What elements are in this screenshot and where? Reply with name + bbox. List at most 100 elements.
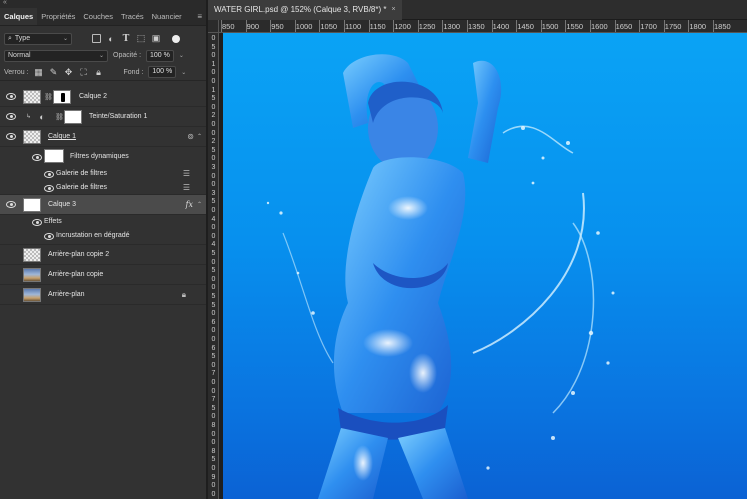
layer-mask-thumbnail[interactable] [64, 109, 82, 124]
ruler-label: 0 [211, 465, 216, 472]
ruler-label: 1750 [664, 22, 682, 31]
link-icon[interactable]: ⛓ [55, 113, 64, 121]
ruler-label: 1600 [591, 22, 608, 31]
ruler-label: 0 [211, 35, 216, 42]
filter-pixel-icon[interactable] [92, 34, 101, 43]
panel-menu-icon[interactable]: ≡ [197, 12, 202, 21]
ruler-label: 1300 [443, 22, 461, 31]
filter-smartobject-icon[interactable]: ▣ [151, 33, 161, 44]
eye-icon[interactable] [44, 184, 54, 192]
tab-couches[interactable]: Couches [79, 8, 117, 25]
ruler-label: 7 [211, 396, 216, 404]
gradient-overlay-row[interactable]: Incrustation en dégradé [0, 229, 206, 245]
canvas[interactable] [223, 33, 747, 499]
layer-row-calque-2[interactable]: ⛓ Calque 2 [0, 87, 206, 107]
eye-icon[interactable] [44, 170, 54, 178]
eye-icon[interactable] [6, 93, 16, 101]
filter-gallery-row-1[interactable]: Galerie de filtres ☰ [0, 167, 206, 181]
tab-proprietes[interactable]: Propriétés [37, 8, 79, 25]
smart-filters-row[interactable]: Filtres dynamiques [0, 147, 206, 167]
layer-mask-thumbnail[interactable] [53, 89, 71, 104]
filter-type-icon[interactable]: T [121, 34, 131, 44]
ruler-label: 1150 [369, 22, 386, 31]
ruler-label: 0 [211, 284, 216, 292]
lock-artboard-icon[interactable]: ⛶ [79, 67, 89, 78]
ruler-label: 2 [211, 138, 216, 146]
eye-icon[interactable] [6, 291, 16, 299]
layer-row-arriere-plan-copie-2[interactable]: Arrière-plan copie 2 [0, 245, 206, 265]
eye-icon[interactable] [44, 232, 54, 240]
ruler-label: 5 [211, 353, 216, 361]
layer-effects-icon[interactable]: fx [186, 200, 193, 209]
layer-row-arriere-plan-copie[interactable]: Arrière-plan copie [0, 265, 206, 285]
filter-gallery-row-2[interactable]: Galerie de filtres ☰ [0, 181, 206, 195]
layer-thumbnail [23, 287, 41, 302]
lock-position-icon[interactable]: ✥ [64, 67, 74, 78]
opacity-field[interactable]: 100 % [146, 49, 174, 62]
smart-filter-options-icon[interactable]: ⊚ [187, 132, 194, 141]
layer-name: Arrière-plan copie 2 [48, 251, 110, 258]
lock-image-icon[interactable]: ✎ [49, 67, 59, 78]
layer-row-teinte-saturation[interactable]: ↳ ◐ ⛓ Teinte/Saturation 1 [0, 107, 206, 127]
chevron-down-icon[interactable]: ⌄ [181, 69, 186, 76]
tab-calques[interactable]: Calques [0, 8, 38, 25]
layer-thumbnail [23, 89, 41, 104]
filter-options-icon[interactable]: ☰ [183, 169, 190, 178]
document-title: WATER GIRL.psd @ 152% (Calque 3, RVB/8*)… [214, 5, 387, 14]
ruler-corner[interactable] [208, 20, 219, 33]
ruler-label: 1850 [714, 22, 731, 31]
layer-row-calque-3[interactable]: Calque 3 fx ⌃ [0, 195, 206, 215]
lock-all-icon[interactable]: 🔒︎ [94, 67, 104, 78]
chevron-down-icon[interactable]: ⌄ [179, 52, 184, 59]
tab-traces[interactable]: Tracés [117, 8, 148, 25]
vertical-ruler[interactable]: 0501001502002503003504004505005506006507… [208, 33, 219, 499]
layer-name: Arrière-plan copie [48, 271, 104, 278]
filter-type-dropdown[interactable]: ⌕ Type ⌄ [4, 32, 72, 45]
chevron-down-icon: ⌄ [62, 35, 68, 42]
eye-icon[interactable] [32, 218, 42, 226]
collapse-arrow-icon[interactable]: ⌃ [197, 133, 202, 140]
eye-icon[interactable] [6, 271, 16, 279]
lock-transparent-icon[interactable]: ▦ [34, 67, 44, 78]
ruler-label: 1050 [320, 22, 338, 31]
document-tab[interactable]: WATER GIRL.psd @ 152% (Calque 3, RVB/8*)… [208, 0, 402, 20]
ruler-label: 0 [211, 361, 216, 369]
blend-mode-value: Normal [8, 52, 31, 59]
eye-icon[interactable] [6, 201, 16, 209]
collapse-icon[interactable]: « [3, 0, 7, 6]
horizontal-ruler[interactable]: 850 900 950 1000 1050 1100 1150 1200 1250 1300 135… [219, 20, 747, 33]
eye-icon[interactable] [6, 113, 16, 121]
ruler-label: 1700 [640, 22, 657, 31]
ruler-label: 0 [211, 310, 216, 318]
layer-row-calque-1[interactable]: Calque 1 ⊚ ⌃ [0, 127, 206, 147]
filter-options-icon[interactable]: ☰ [183, 183, 190, 192]
eye-icon[interactable] [6, 251, 16, 259]
layer-row-arriere-plan[interactable]: Arrière-plan 🔒︎ [0, 285, 206, 305]
filter-adjustment-icon[interactable]: ◐ [106, 34, 116, 44]
opacity-label: Opacité : [113, 52, 142, 59]
blend-mode-dropdown[interactable]: Normal ⌄ [4, 49, 108, 62]
tab-nuancier[interactable]: Nuancier [148, 8, 186, 25]
filter-toggle-icon[interactable] [172, 34, 180, 43]
ruler-label: 5 [211, 456, 216, 464]
ruler-label: 7 [211, 370, 216, 378]
layer-filter-row: ⌕ Type ⌄ ◐ T ⬚ ▣ [0, 30, 206, 47]
ruler-label: 1650 [615, 22, 633, 31]
filter-shape-icon[interactable]: ⬚ [136, 33, 146, 44]
ruler-label: 0 [211, 172, 216, 180]
effects-row[interactable]: Effets [0, 215, 206, 229]
ruler-label: 5 [211, 293, 216, 300]
close-icon[interactable]: × [391, 6, 395, 13]
ruler-label: 8 [211, 447, 216, 455]
ruler-label: 5 [211, 250, 216, 257]
collapse-arrow-icon[interactable]: ⌃ [197, 201, 202, 208]
layer-name: Teinte/Saturation 1 [89, 113, 148, 120]
eye-icon[interactable] [6, 133, 16, 141]
eye-icon[interactable] [32, 153, 42, 161]
layer-thumbnail [23, 267, 41, 282]
smart-filter-mask-thumbnail[interactable] [44, 149, 64, 163]
link-icon[interactable]: ⛓ [44, 93, 53, 101]
ruler-label: 0 [211, 258, 216, 266]
fill-field[interactable]: 100 % [148, 66, 177, 78]
fill-label: Fond : [123, 68, 144, 76]
